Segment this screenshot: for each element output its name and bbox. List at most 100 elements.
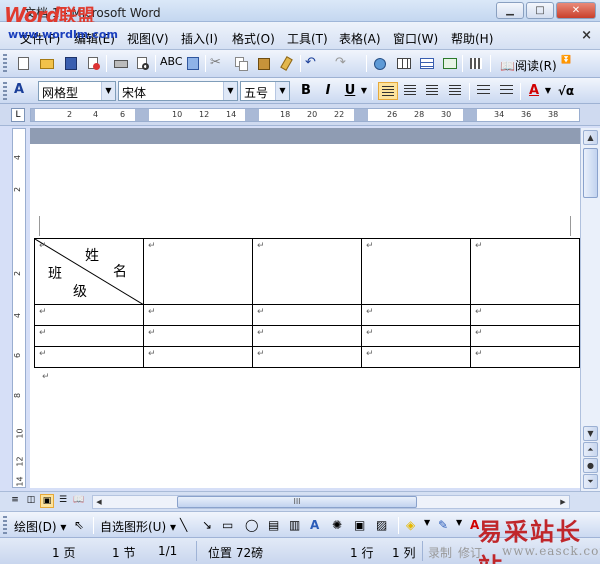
font-color-options-icon[interactable]: ▼	[543, 82, 553, 100]
table-cell[interactable]: ↵	[470, 238, 580, 305]
table-cell[interactable]: ↵	[470, 325, 580, 347]
underline-options-icon[interactable]: ▼	[359, 82, 369, 100]
print-layout-icon[interactable]: ▣	[40, 494, 54, 508]
browse-object-icon[interactable]: ●	[583, 458, 598, 473]
line-color-options-icon[interactable]: ▼	[456, 518, 462, 527]
draw-menu-button[interactable]: 绘图(D) ▾	[14, 518, 66, 535]
table-cell[interactable]: ↵	[143, 238, 253, 305]
horizontal-scroll-thumb[interactable]: III	[177, 496, 417, 508]
numbered-list-icon[interactable]	[474, 82, 494, 100]
status-record[interactable]: 录制	[428, 544, 452, 561]
reading-view-icon[interactable]: 📖	[72, 494, 86, 508]
table-cell[interactable]: ↵	[361, 346, 471, 368]
document-page[interactable]: ↵ 姓 名 班 级 ↵ ↵ ↵ ↵ ↵ ↵ ↵ ↵ ↵ ↵ ↵ ↵ ↵ ↵ ↵	[30, 144, 580, 488]
oval-icon[interactable]: ◯	[245, 518, 258, 532]
hyperlink-icon[interactable]	[372, 55, 390, 72]
outline-view-icon[interactable]: ☰	[56, 494, 70, 508]
table-cell[interactable]: ↵	[34, 325, 144, 347]
diagram-icon[interactable]: ✺	[332, 518, 342, 532]
arrow-icon[interactable]: ↘	[202, 518, 212, 532]
bold-button[interactable]: B	[296, 82, 316, 100]
equation-icon[interactable]: √α	[556, 82, 576, 100]
table-cell[interactable]: ↵	[34, 304, 144, 326]
vertical-scroll-thumb[interactable]	[583, 148, 598, 198]
minimize-button[interactable]: ▁	[496, 2, 524, 19]
next-page-icon[interactable]: ⏷	[583, 474, 598, 489]
table-cell[interactable]: ↵	[361, 325, 471, 347]
spelling-icon[interactable]: ABC	[160, 55, 183, 72]
permission-icon[interactable]	[84, 55, 102, 72]
table-cell[interactable]: ↵	[252, 325, 362, 347]
table-cell[interactable]: ↵	[361, 238, 471, 305]
diagonal-header-cell[interactable]: ↵ 姓 名 班 级	[34, 238, 144, 305]
vertical-scrollbar[interactable]: ▲ ▼ ⏶ ● ⏷	[580, 128, 600, 494]
print-preview-icon[interactable]	[134, 55, 152, 72]
toolbar-options-icon[interactable]: ⏬	[561, 55, 579, 72]
line-icon[interactable]: ╲	[180, 518, 187, 532]
undo-icon[interactable]: ↶	[305, 55, 323, 72]
clip-art-icon[interactable]: ▣	[354, 518, 365, 532]
menu-tools[interactable]: 工具(T)	[287, 30, 328, 47]
align-center-icon[interactable]	[401, 82, 421, 100]
table-cell[interactable]: ↵	[361, 304, 471, 326]
menu-format[interactable]: 格式(O)	[232, 30, 275, 47]
columns-icon[interactable]	[467, 55, 485, 72]
cut-icon[interactable]: ✂	[210, 55, 228, 72]
insert-excel-icon[interactable]	[441, 55, 459, 72]
format-painter-icon[interactable]	[278, 55, 296, 72]
horizontal-ruler[interactable]: 2 4 6 10 12 14 18 20 22 26 28 30 34 36 3…	[30, 108, 580, 122]
tables-borders-icon[interactable]	[395, 55, 413, 72]
justify-icon[interactable]	[446, 82, 466, 100]
scroll-down-icon[interactable]: ▼	[583, 426, 598, 441]
font-color-button[interactable]: A	[524, 82, 544, 100]
reading-mode-button[interactable]: 📖阅读(R)	[500, 57, 557, 74]
scroll-left-icon[interactable]: ◀	[93, 496, 105, 508]
insert-table-icon[interactable]	[418, 55, 436, 72]
fill-color-options-icon[interactable]: ▼	[424, 518, 430, 527]
text-box-icon[interactable]: ▤	[268, 518, 279, 532]
previous-page-icon[interactable]: ⏶	[583, 442, 598, 457]
copy-icon[interactable]	[233, 55, 251, 72]
save-icon[interactable]	[62, 55, 80, 72]
normal-view-icon[interactable]: ≡	[8, 494, 22, 508]
bullet-list-icon[interactable]	[497, 82, 517, 100]
table-cell[interactable]: ↵	[34, 346, 144, 368]
insert-picture-icon[interactable]: ▨	[376, 518, 387, 532]
table-cell[interactable]: ↵	[470, 346, 580, 368]
italic-button[interactable]: I	[318, 82, 338, 100]
document-table[interactable]: ↵ 姓 名 班 级 ↵ ↵ ↵ ↵ ↵ ↵ ↵ ↵ ↵ ↵ ↵ ↵ ↵ ↵ ↵	[34, 238, 580, 368]
toolbar-grip[interactable]	[3, 516, 7, 534]
print-icon[interactable]	[112, 55, 130, 72]
vertical-ruler[interactable]: 4 2 2 4 6 8 10 12 14	[12, 128, 26, 488]
open-folder-icon[interactable]	[38, 55, 56, 72]
menu-table[interactable]: 表格(A)	[339, 30, 381, 47]
table-cell[interactable]: ↵	[252, 238, 362, 305]
table-cell[interactable]: ↵	[143, 304, 253, 326]
table-cell[interactable]: ↵	[143, 346, 253, 368]
web-view-icon[interactable]: ◫	[24, 494, 38, 508]
wordart-icon[interactable]: A	[310, 518, 319, 532]
underline-button[interactable]: U	[340, 82, 360, 100]
select-objects-icon[interactable]: ⇖	[74, 518, 84, 532]
toolbar-grip[interactable]	[3, 82, 7, 100]
document-close-icon[interactable]: ×	[581, 28, 592, 43]
new-document-icon[interactable]	[14, 55, 32, 72]
menu-insert[interactable]: 插入(I)	[181, 30, 218, 47]
menu-help[interactable]: 帮助(H)	[451, 30, 493, 47]
menu-view[interactable]: 视图(V)	[127, 30, 169, 47]
scroll-up-icon[interactable]: ▲	[583, 130, 598, 145]
tab-selector[interactable]: L	[11, 108, 25, 122]
toolbar-grip[interactable]	[3, 54, 7, 72]
menu-window[interactable]: 窗口(W)	[393, 30, 438, 47]
line-color-icon[interactable]: ✎	[438, 518, 448, 532]
scroll-right-icon[interactable]: ▶	[557, 496, 569, 508]
style-select[interactable]: 网格型 ▼	[38, 81, 116, 101]
maximize-button[interactable]: □	[526, 2, 554, 19]
paste-icon[interactable]	[256, 55, 274, 72]
table-cell[interactable]: ↵	[143, 325, 253, 347]
align-right-icon[interactable]	[423, 82, 443, 100]
close-button[interactable]: ✕	[556, 2, 596, 19]
rectangle-icon[interactable]: ▭	[222, 518, 233, 532]
align-left-icon[interactable]	[378, 82, 398, 100]
horizontal-scrollbar[interactable]: ◀ III ▶	[92, 495, 570, 509]
